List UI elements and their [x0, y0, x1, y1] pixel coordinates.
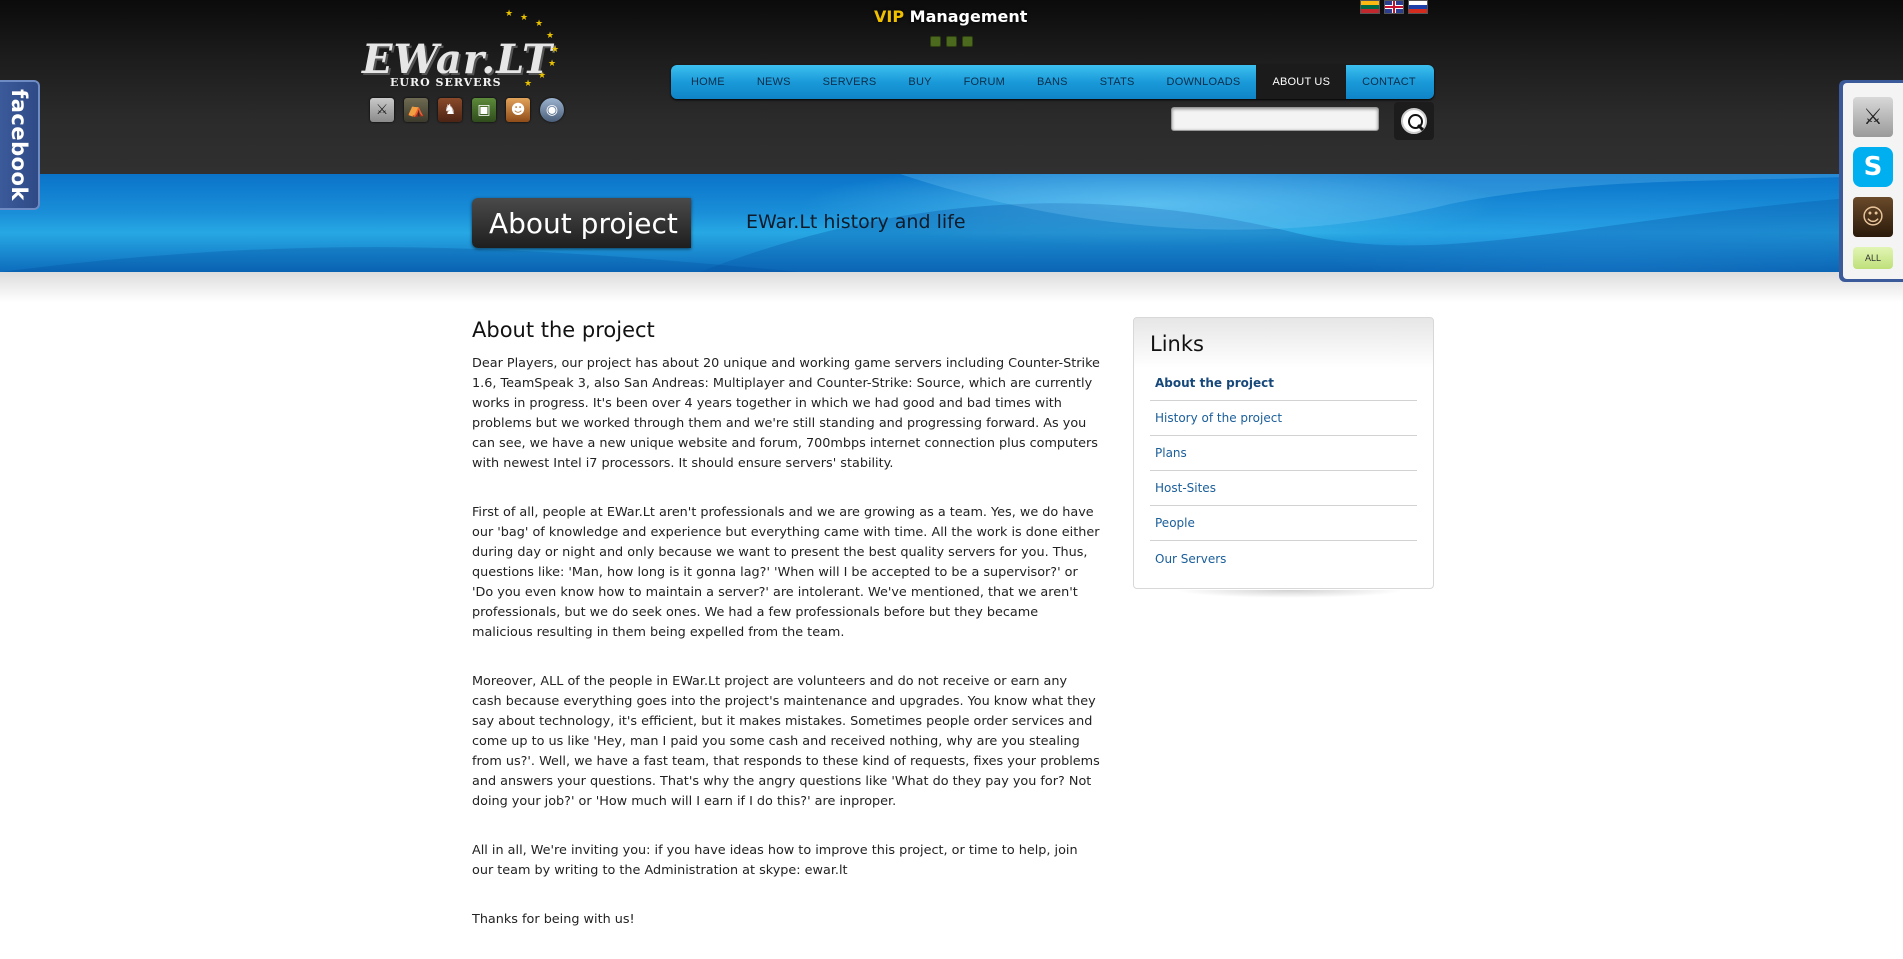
vip-slider-dots	[930, 36, 973, 47]
nav-servers[interactable]: SERVERS	[807, 65, 893, 99]
nav-downloads[interactable]: DOWNLOADS	[1151, 65, 1257, 99]
star-icon: ★	[524, 79, 533, 89]
logo-subtitle: EURO SERVERS	[390, 76, 502, 89]
article-paragraph: Thanks for being with us!	[472, 912, 635, 927]
russia-flag-icon[interactable]	[1408, 0, 1428, 14]
article-title: About the project	[472, 318, 655, 342]
uk-flag-icon[interactable]	[1384, 0, 1404, 14]
links-panel: Links About the project History of the p…	[1133, 317, 1434, 589]
slider-dot[interactable]	[946, 36, 957, 47]
nav-buy[interactable]: BUY	[892, 65, 947, 99]
article-paragraph: Moreover, ALL of the people in EWar.Lt p…	[472, 674, 1100, 809]
vip-management-title[interactable]: VIP Management	[874, 7, 1027, 26]
side-all-button[interactable]: ALL	[1853, 247, 1893, 269]
article: About the project Dear Players, our proj…	[472, 318, 1100, 959]
star-icon: ★	[535, 19, 544, 29]
article-paragraph: All in all, We're inviting you: if you h…	[472, 843, 1078, 878]
star-icon: ★	[538, 71, 547, 81]
article-paragraph: Dear Players, our project has about 20 u…	[472, 356, 1100, 471]
vip-management-label: Management	[909, 7, 1028, 26]
game-icons-row: ⚔ ⛺ ♞ ▣ ☻ ◉	[370, 98, 564, 122]
nav-bans[interactable]: BANS	[1021, 65, 1084, 99]
link-people[interactable]: People	[1150, 506, 1417, 541]
banner-title: About project	[472, 198, 691, 248]
link-host-sites[interactable]: Host-Sites	[1150, 471, 1417, 506]
counter-strike-icon[interactable]: ⚔	[1853, 97, 1893, 137]
side-widget-panel: ⚔ S ☺ ALL	[1843, 83, 1903, 279]
game-5-icon[interactable]: ☻	[506, 98, 530, 122]
links-panel-shadow	[1175, 590, 1405, 598]
banner-subtitle: EWar.Lt history and life	[746, 211, 966, 233]
nav-stats[interactable]: STATS	[1084, 65, 1151, 99]
link-our-servers[interactable]: Our Servers	[1150, 541, 1417, 576]
facebook-label: facebook	[7, 89, 32, 201]
nav-contact[interactable]: CONTACT	[1346, 65, 1432, 99]
counter-strike-icon[interactable]: ⚔	[370, 98, 394, 122]
minecraft-icon[interactable]: ▣	[472, 98, 496, 122]
side-widget: ⚔ S ☺ ALL	[1839, 80, 1903, 282]
lithuania-flag-icon[interactable]	[1360, 0, 1380, 14]
site-logo[interactable]: EWar.LT EURO SERVERS ★ ★ ★ ★ ★ ★ ★ ★	[360, 10, 570, 92]
star-icon: ★	[505, 9, 514, 19]
slider-dot[interactable]	[930, 36, 941, 47]
links-title: Links	[1150, 332, 1204, 356]
search-icon	[1401, 108, 1427, 134]
search-input[interactable]	[1171, 107, 1379, 131]
facebook-tab[interactable]: facebook	[0, 80, 40, 210]
nav-home[interactable]: HOME	[675, 65, 741, 99]
avatar-icon[interactable]: ☺	[1853, 197, 1893, 237]
language-flags	[1360, 0, 1428, 14]
search-button[interactable]	[1394, 102, 1434, 140]
star-icon: ★	[551, 45, 560, 55]
star-icon: ★	[546, 31, 555, 41]
star-icon: ★	[548, 59, 557, 69]
nav-forum[interactable]: FORUM	[948, 65, 1021, 99]
banner-shadow	[0, 272, 1903, 302]
link-history-of-the-project[interactable]: History of the project	[1150, 401, 1417, 436]
main-nav: HOME NEWS SERVERS BUY FORUM BANS STATS D…	[671, 65, 1434, 99]
skype-icon[interactable]: S	[1853, 147, 1893, 187]
star-icon: ★	[520, 13, 529, 23]
article-paragraph: First of all, people at EWar.Lt aren't p…	[472, 505, 1100, 640]
vip-label: VIP	[874, 7, 905, 26]
cs-source-icon[interactable]: ⛺	[404, 98, 428, 122]
nav-news[interactable]: NEWS	[741, 65, 807, 99]
san-andreas-icon[interactable]: ♞	[438, 98, 462, 122]
teamspeak-icon[interactable]: ◉	[540, 98, 564, 122]
nav-about-us[interactable]: ABOUT US	[1256, 65, 1347, 99]
slider-dot[interactable]	[962, 36, 973, 47]
link-about-the-project[interactable]: About the project	[1150, 366, 1417, 401]
site-header: EWar.LT EURO SERVERS ★ ★ ★ ★ ★ ★ ★ ★ ⚔ ⛺…	[0, 0, 1903, 174]
link-plans[interactable]: Plans	[1150, 436, 1417, 471]
